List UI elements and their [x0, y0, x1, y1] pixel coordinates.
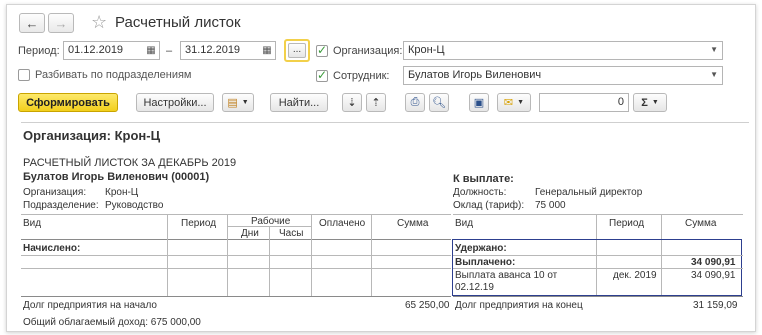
sheet-title: РАСЧЕТНЫЙ ЛИСТОК ЗА ДЕКАБРЬ 2019 [23, 157, 237, 169]
sum-mode-button[interactable]: Σ ▼ [633, 93, 667, 112]
withheld-label: Удержано: [455, 243, 507, 254]
sort-ascending-icon: ⇣ [347, 97, 357, 109]
forward-button[interactable]: → [48, 13, 74, 33]
period-label: Период: [18, 45, 60, 57]
floppy-disk-icon: ▣ [473, 97, 485, 109]
col-paid: Оплачено [319, 218, 366, 229]
advance-period: дек. 2019 [613, 270, 657, 281]
col-sum: Сумма [397, 218, 429, 229]
taxable-income: Общий облагаемый доход: 675 000,00 [23, 317, 201, 328]
org-label: Организация: [333, 45, 403, 57]
salary-val: 75 000 [535, 200, 566, 211]
report-document: Организация: Крон-Ц РАСЧЕТНЫЙ ЛИСТОК ЗА … [21, 122, 749, 332]
print-button[interactable]: ⎙ [405, 93, 425, 112]
report-window: ← → ☆ Расчетный листок Период: 01.12.201… [6, 4, 756, 332]
org-heading: Организация: Крон-Ц [23, 128, 161, 143]
settings-button[interactable]: Настройки... [136, 93, 214, 112]
col-work: Рабочие [251, 216, 291, 227]
date-from-value: 01.12.2019 [68, 44, 124, 56]
org-select[interactable]: Крон-Ц ▼ [403, 41, 723, 60]
dept-val: Руководство [105, 200, 164, 211]
split-checkbox[interactable] [18, 69, 30, 81]
advance-line2: 02.12.19 [455, 282, 494, 293]
org-val: Крон-Ц [105, 187, 139, 198]
paid-out-label: Выплачено: [455, 257, 516, 268]
employee-label: Сотрудник: [333, 70, 390, 82]
debt-end-label: Долг предприятия на конец [455, 300, 583, 311]
col-hours: Часы [279, 228, 304, 239]
arrow-left-icon: ← [25, 15, 39, 31]
period-select-button[interactable]: ... [284, 39, 310, 62]
calendar-icon[interactable]: ▦ [259, 41, 275, 60]
calendar-icon[interactable]: ▦ [143, 41, 159, 60]
back-button[interactable]: ← [19, 13, 45, 33]
variants-button[interactable]: ▤ ▼ [222, 93, 254, 112]
advance-sum: 34 090,91 [691, 270, 736, 281]
org-value: Крон-Ц [408, 44, 445, 56]
salary-key: Оклад (тариф): [453, 200, 525, 211]
sort-descending-icon: ⇡ [371, 97, 381, 109]
date-dash: – [166, 45, 173, 57]
payout-title: К выплате: [453, 173, 514, 185]
employee-name: Булатов Игорь Виленович (00001) [23, 171, 210, 183]
org-key: Организация: [23, 187, 87, 198]
split-label: Разбивать по подразделениям [35, 69, 192, 81]
save-button[interactable]: ▣ [469, 93, 489, 112]
favorite-star-icon[interactable]: ☆ [91, 12, 107, 32]
dept-key: Подразделение: [23, 200, 99, 211]
debt-start-value: 65 250,00 [405, 300, 450, 311]
paid-out-total: 34 090,91 [691, 257, 736, 268]
sigma-icon: Σ [641, 96, 648, 109]
chevron-down-icon: ▼ [710, 70, 718, 79]
col-right-sum: Сумма [685, 218, 717, 229]
arrow-right-icon: → [54, 15, 68, 31]
chevron-down-icon: ▼ [710, 45, 718, 54]
col-period: Период [181, 218, 217, 229]
advance-line1: Выплата аванса 10 от [455, 270, 558, 281]
sum-value-field[interactable]: 0 [539, 93, 629, 112]
printer-icon: ⎙ [410, 96, 420, 108]
generate-button[interactable]: Сформировать [18, 93, 118, 112]
position-val: Генеральный директор [535, 187, 643, 198]
preview-button[interactable]: 🔍︎ [429, 93, 449, 112]
chevron-down-icon: ▼ [241, 99, 249, 106]
chevron-down-icon: ▼ [651, 99, 659, 106]
employee-value: Булатов Игорь Виленович [408, 69, 542, 81]
col-right-period: Период [609, 218, 645, 229]
org-checkbox[interactable] [316, 43, 328, 57]
print-preview-icon: 🔍︎ [432, 97, 446, 109]
employee-select[interactable]: Булатов Игорь Виленович ▼ [403, 66, 723, 85]
envelope-icon: ✉ [503, 97, 514, 109]
window-title: Расчетный листок [115, 14, 241, 31]
accrued-label: Начислено: [23, 243, 81, 254]
date-to-value: 31.12.2019 [185, 44, 241, 56]
find-button[interactable]: Найти... [270, 93, 328, 112]
position-key: Должность: [453, 187, 507, 198]
send-email-button[interactable]: ✉ ▼ [497, 93, 531, 112]
ellipsis-label: ... [288, 43, 306, 58]
chevron-down-icon: ▼ [517, 99, 525, 106]
sort-descending-button[interactable]: ⇡ [366, 93, 386, 112]
employee-checkbox[interactable] [316, 68, 328, 82]
sort-ascending-button[interactable]: ⇣ [342, 93, 362, 112]
debt-start-label: Долг предприятия на начало [23, 300, 157, 311]
sum-value: 0 [617, 96, 624, 108]
col-right-vid: Вид [455, 218, 474, 229]
col-vid: Вид [23, 218, 42, 229]
report-variants-icon: ▤ [227, 97, 238, 109]
debt-end-value: 31 159,09 [693, 300, 738, 311]
col-days: Дни [241, 228, 259, 239]
